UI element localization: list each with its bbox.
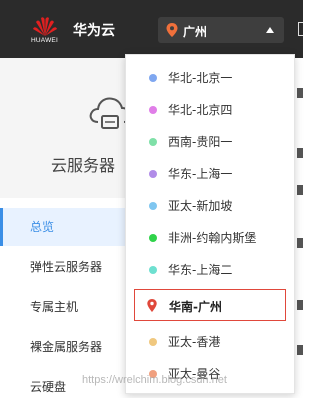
region-color-dot: [149, 170, 157, 178]
region-option-label: 华南-广州: [169, 300, 222, 314]
region-option[interactable]: 西南-贵阳一: [134, 125, 286, 157]
caret-up-icon: [266, 27, 274, 33]
sidebar-item-overview[interactable]: 总览: [0, 208, 125, 246]
content-edge-mark: [297, 148, 303, 158]
topbar-edge-icon[interactable]: [298, 22, 303, 36]
region-option[interactable]: 华东-上海二: [134, 253, 286, 285]
sidebar-item-ecs[interactable]: 弹性云服务器: [0, 248, 125, 286]
region-option[interactable]: 非洲-约翰内斯堡: [134, 221, 286, 253]
region-option-label: 华东-上海二: [168, 263, 233, 277]
region-color-dot: [149, 106, 157, 114]
content-edge-mark: [297, 345, 303, 355]
map-pin-icon: [147, 299, 157, 312]
region-option-label: 非洲-约翰内斯堡: [168, 231, 257, 245]
watermark: https://wrelchim.blog.csdn.net: [82, 374, 227, 386]
region-option[interactable]: 亚太-新加坡: [134, 189, 286, 221]
sidebar-item-label: 总览: [30, 220, 55, 234]
sidebar-item-bare-metal[interactable]: 裸金属服务器: [0, 328, 125, 366]
region-option-label: 亚太-香港: [168, 335, 221, 349]
sidebar-item-dedicated-host[interactable]: 专属主机: [0, 288, 125, 326]
region-dropdown: 华北-北京一 华北-北京四 西南-贵阳一 华东-上海一 亚太-新加坡 非洲-约翰…: [125, 54, 295, 394]
region-option-label: 亚太-新加坡: [168, 199, 233, 213]
region-color-dot: [149, 266, 157, 274]
brand-name[interactable]: 华为云: [73, 20, 115, 40]
sidebar-title: 云服务器: [51, 156, 116, 175]
top-bar: HUAWEI 华为云 广州: [0, 0, 303, 58]
region-option-label: 西南-贵阳一: [168, 135, 233, 149]
region-selector[interactable]: 广州: [158, 17, 284, 43]
region-color-dot: [149, 338, 157, 346]
region-option[interactable]: 华东-上海一: [134, 157, 286, 189]
region-option-label: 华北-北京四: [168, 103, 233, 117]
region-option[interactable]: 华北-北京四: [134, 93, 286, 125]
content-edge-mark: [297, 238, 303, 248]
region-color-dot: [149, 234, 157, 242]
sidebar-item-label: 裸金属服务器: [30, 340, 103, 354]
sidebar-item-label: 云硬盘: [30, 380, 67, 394]
region-color-dot: [149, 74, 157, 82]
region-option[interactable]: 华北-北京一: [134, 61, 286, 93]
content-edge-mark: [297, 185, 303, 195]
region-option[interactable]: 亚太-香港: [134, 325, 286, 357]
region-option-selected[interactable]: 华南-广州: [134, 289, 286, 321]
region-option-label: 华东-上海一: [168, 167, 233, 181]
logo-text: HUAWEI: [31, 37, 58, 44]
sidebar-item-label: 专属主机: [30, 300, 79, 314]
map-pin-icon: [166, 23, 178, 37]
region-option-label: 华北-北京一: [168, 71, 233, 85]
region-color-dot: [149, 202, 157, 210]
region-color-dot: [149, 138, 157, 146]
content-edge-mark: [297, 88, 303, 98]
sidebar-item-label: 弹性云服务器: [30, 260, 103, 274]
region-selected-label: 广州: [183, 25, 208, 39]
content-edge-mark: [297, 300, 303, 310]
